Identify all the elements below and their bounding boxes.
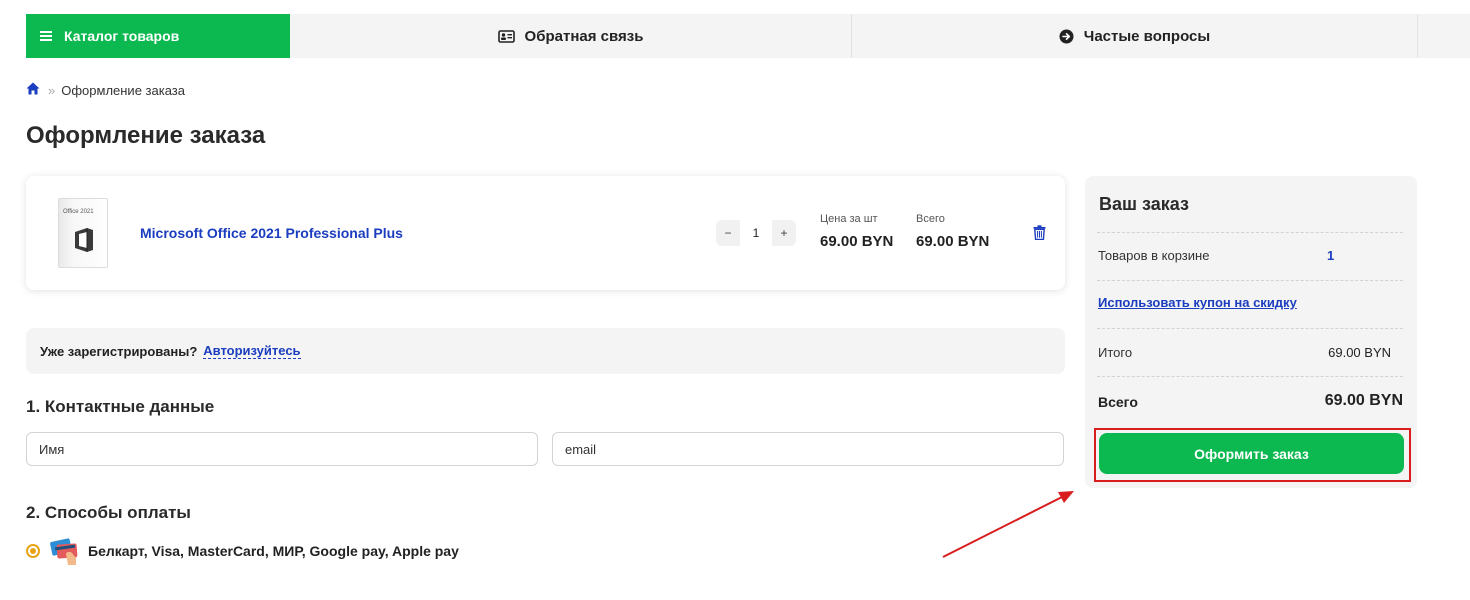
product-name-link[interactable]: Microsoft Office 2021 Professional Plus	[140, 225, 403, 241]
payment-section-title: 2. Способы оплаты	[26, 503, 191, 522]
nav-feedback[interactable]: Обратная связь	[290, 14, 852, 58]
home-icon[interactable]	[26, 82, 40, 98]
payment-cards-icon	[50, 536, 80, 566]
item-total: Всего 69.00 BYN	[916, 213, 989, 250]
total-value: 69.00 BYN	[1324, 392, 1403, 409]
product-image-caption: Office 2021	[63, 209, 94, 215]
menu-icon	[40, 31, 52, 41]
page-title: Оформление заказа	[26, 122, 266, 149]
payment-option[interactable]: Белкарт, Visa, MasterCard, МИР, Google p…	[26, 536, 459, 566]
email-input[interactable]	[552, 432, 1064, 466]
items-count-value: 1	[1327, 248, 1335, 263]
nav-faq-label: Частые вопросы	[1083, 27, 1211, 45]
unit-price-label: Цена за шт	[820, 213, 878, 225]
checkout-button[interactable]: Оформить заказ	[1099, 433, 1404, 474]
trash-icon[interactable]	[1033, 225, 1046, 245]
summary-title: Ваш заказ	[1099, 194, 1189, 214]
quantity-decrease-button[interactable]: −	[716, 226, 740, 240]
summary-divider	[1097, 328, 1403, 329]
login-prompt: Уже зарегистрированы? Авторизуйтесь	[26, 328, 1065, 374]
subtotal-label: Итого	[1098, 345, 1133, 360]
coupon-link[interactable]: Использовать купон на скидку	[1098, 295, 1297, 310]
arrow-circle-right-icon	[1059, 29, 1074, 44]
unit-price-value: 69.00 BYN	[820, 233, 894, 250]
login-prompt-text: Уже зарегистрированы?	[40, 343, 198, 359]
payment-radio[interactable]	[26, 544, 40, 558]
subtotal-value: 69.00 BYN	[1328, 345, 1391, 360]
item-total-value: 69.00 BYN	[916, 233, 990, 250]
nav-faq[interactable]: Частые вопросы	[852, 14, 1418, 58]
breadcrumb: » Оформление заказа	[26, 82, 185, 98]
total-label: Всего	[1098, 394, 1138, 410]
login-link[interactable]: Авторизуйтесь	[203, 343, 301, 359]
item-total-label: Всего	[916, 213, 945, 225]
id-card-icon	[497, 29, 515, 43]
catalog-button[interactable]: Каталог товаров	[26, 14, 290, 58]
items-count-label: Товаров в корзине	[1098, 248, 1210, 263]
quantity-stepper: − 1 +	[716, 220, 796, 246]
quantity-increase-button[interactable]: +	[772, 226, 796, 240]
office-logo-icon	[73, 227, 95, 258]
breadcrumb-separator: »	[48, 82, 56, 98]
unit-price: Цена за шт 69.00 BYN	[820, 213, 893, 250]
top-navigation: Каталог товаров Обратная связь Частые во…	[26, 14, 1470, 58]
summary-divider	[1097, 232, 1403, 233]
breadcrumb-current: Оформление заказа	[61, 82, 185, 98]
summary-divider	[1097, 280, 1403, 281]
summary-divider	[1097, 376, 1403, 377]
payment-option-label: Белкарт, Visa, MasterCard, МИР, Google p…	[88, 543, 459, 559]
contact-section-title: 1. Контактные данные	[26, 397, 215, 416]
product-image[interactable]: Office 2021	[58, 198, 108, 268]
cart-item: Office 2021 Microsoft Office 2021 Profes…	[26, 176, 1065, 290]
quantity-input[interactable]: 1	[740, 220, 772, 246]
catalog-label: Каталог товаров	[64, 28, 180, 44]
nav-feedback-label: Обратная связь	[524, 27, 644, 45]
name-input[interactable]	[26, 432, 538, 466]
